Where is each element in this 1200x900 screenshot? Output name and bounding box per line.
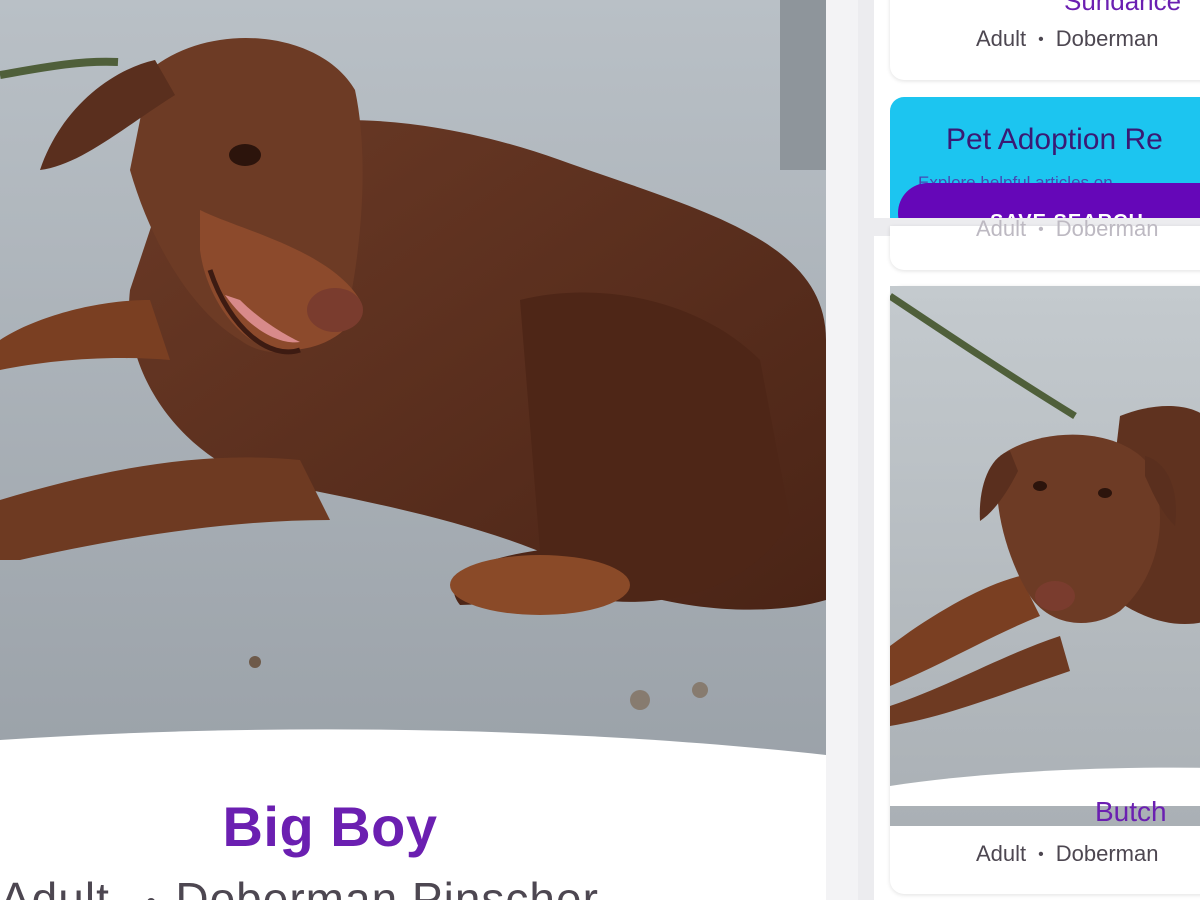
pet-breed: Doberman <box>1055 216 1159 241</box>
pet-photo-butch[interactable] <box>890 286 1200 826</box>
meta-separator: • <box>1038 31 1044 49</box>
pet-age: Adult <box>0 873 110 900</box>
pet-meta: Adult • Doberman <box>976 841 1158 867</box>
pet-meta: Adult • Doberman <box>976 216 1158 242</box>
meta-separator: • <box>1038 221 1044 239</box>
pet-age: Adult <box>976 841 1027 866</box>
pet-breed: Doberman Pinscher <box>175 873 599 900</box>
pet-photo-big-boy[interactable] <box>0 0 826 790</box>
pet-name[interactable]: Sundance <box>1064 0 1181 17</box>
pet-age: Adult <box>976 216 1027 241</box>
pet-card-big-boy[interactable]: Big Boy Adult • Doberman Pinscher <box>0 0 826 900</box>
pet-name[interactable]: Butch <box>1095 796 1167 828</box>
pet-name[interactable]: Big Boy <box>0 794 660 859</box>
pet-breed: Doberman <box>1055 841 1159 866</box>
resources-title[interactable]: Pet Adoption Re <box>946 123 1163 157</box>
meta-separator: • <box>1038 846 1044 864</box>
column-divider <box>826 0 858 900</box>
pet-breed: Doberman <box>1055 26 1159 51</box>
save-search-button[interactable]: SAVE SEARCH <box>898 183 1200 218</box>
meta-separator: • <box>146 886 158 900</box>
pet-age: Adult <box>976 26 1027 51</box>
pet-meta: Adult • Doberman <box>976 26 1158 52</box>
adoption-resources-banner[interactable]: Pet Adoption Re Explore helpful articles… <box>890 97 1200 218</box>
pet-meta: Adult • Doberman Pinscher <box>0 872 826 900</box>
